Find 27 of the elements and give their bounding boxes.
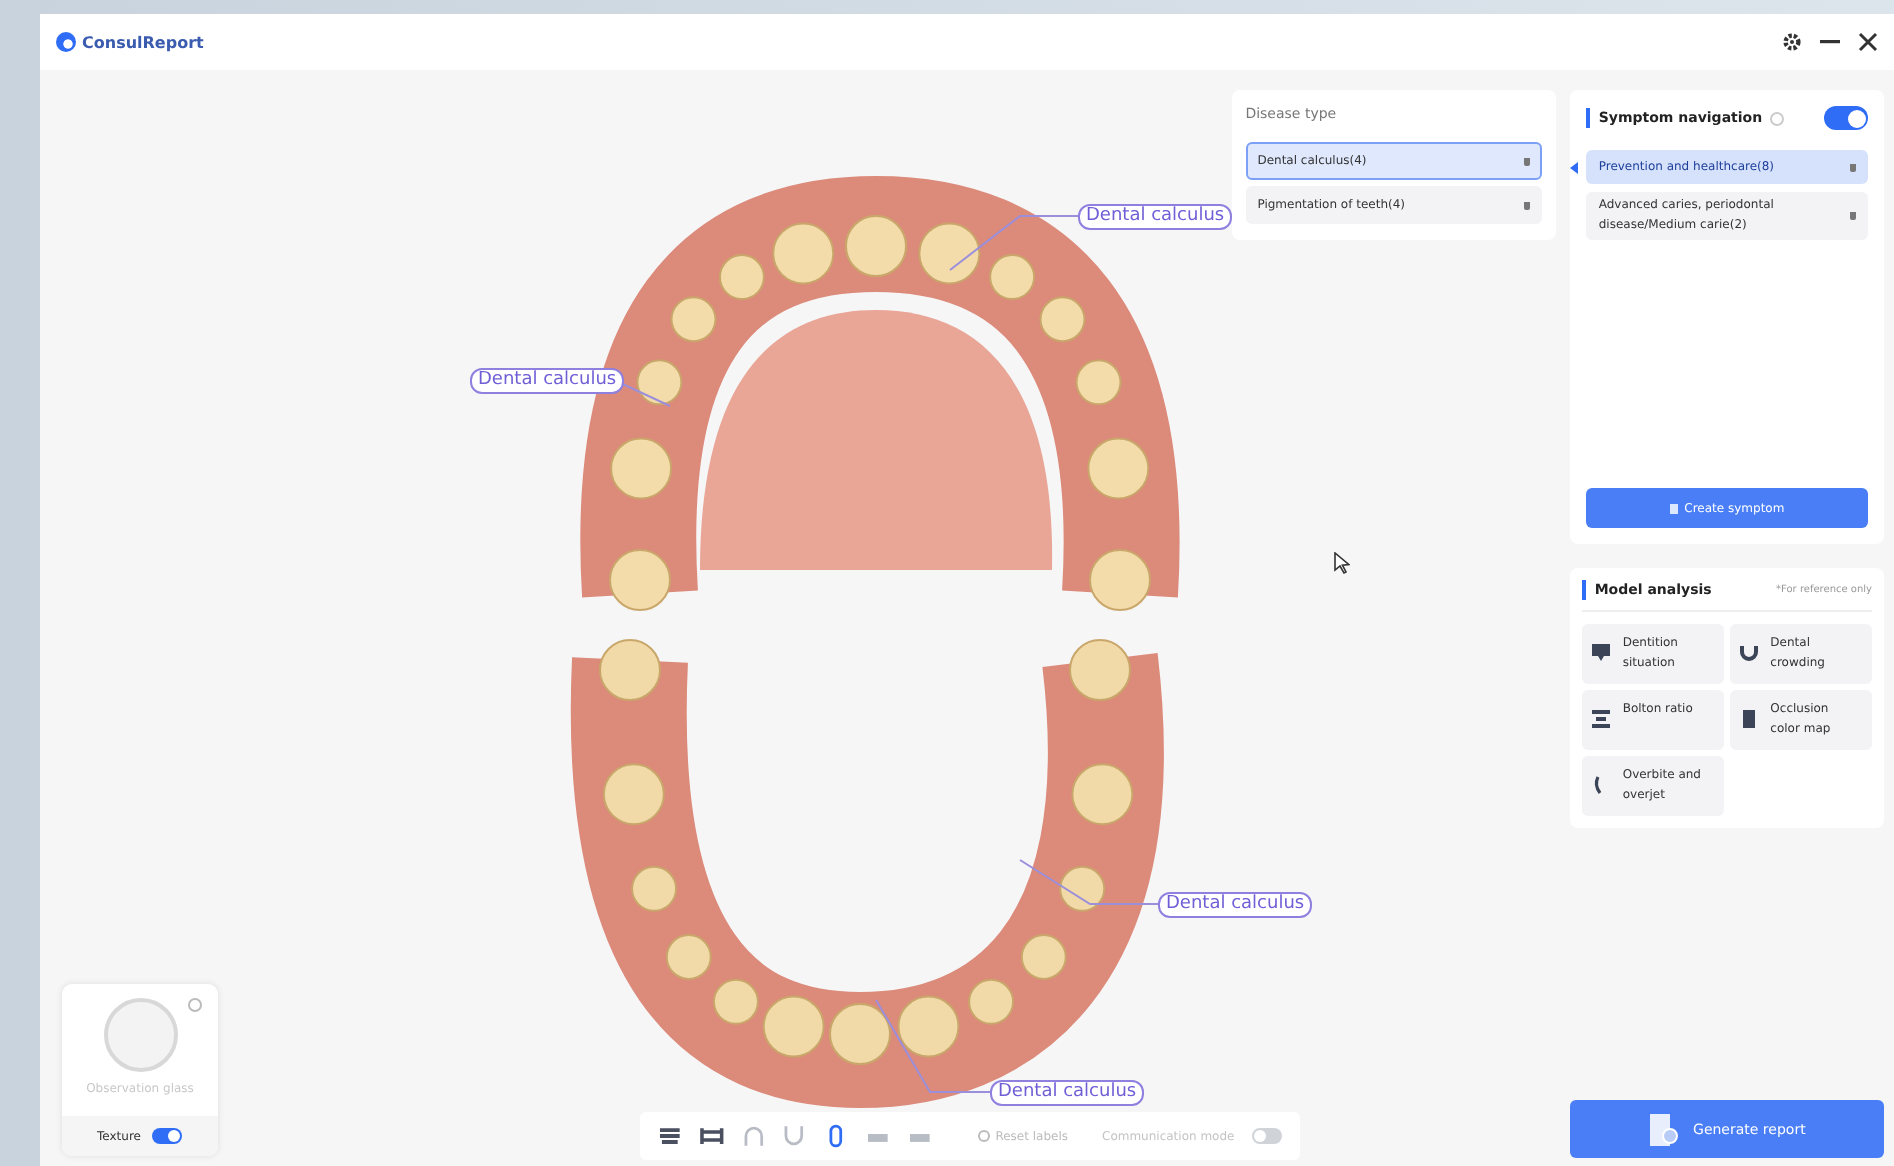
close-icon[interactable] — [1858, 32, 1878, 52]
window-title: ConsulReport — [82, 33, 204, 51]
communication-mode-toggle[interactable] — [1252, 1128, 1283, 1144]
annotation-label[interactable]: Dental calculus — [470, 368, 625, 394]
leader-line — [1019, 859, 1159, 905]
magnifier-lens — [103, 998, 177, 1072]
cursor-icon — [1334, 552, 1350, 574]
view-tool-icon[interactable] — [658, 1124, 682, 1148]
delete-icon[interactable] — [1850, 212, 1856, 220]
settings-icon[interactable] — [1782, 32, 1802, 52]
leader-line — [875, 999, 991, 1093]
view-tool-icon[interactable] — [699, 1124, 724, 1148]
info-icon[interactable] — [188, 998, 202, 1012]
annotation-label[interactable]: Dental calculus — [1158, 892, 1313, 918]
annotation-label[interactable]: Dental calculus — [1078, 204, 1233, 230]
leader-line — [949, 215, 1079, 271]
report-icon — [1649, 1113, 1678, 1145]
chat-bubble-icon — [1592, 644, 1611, 662]
texture-toggle[interactable] — [152, 1128, 183, 1144]
symptom-navigation-toggle[interactable] — [1824, 106, 1868, 130]
annotation-label[interactable]: Dental calculus — [990, 1080, 1145, 1106]
logo-icon — [56, 32, 76, 52]
delete-icon[interactable] — [1850, 163, 1856, 171]
arch-icon — [1740, 644, 1759, 662]
delete-icon[interactable] — [1524, 157, 1531, 165]
delete-icon[interactable] — [1524, 201, 1531, 209]
minimize-icon[interactable] — [1820, 40, 1840, 44]
